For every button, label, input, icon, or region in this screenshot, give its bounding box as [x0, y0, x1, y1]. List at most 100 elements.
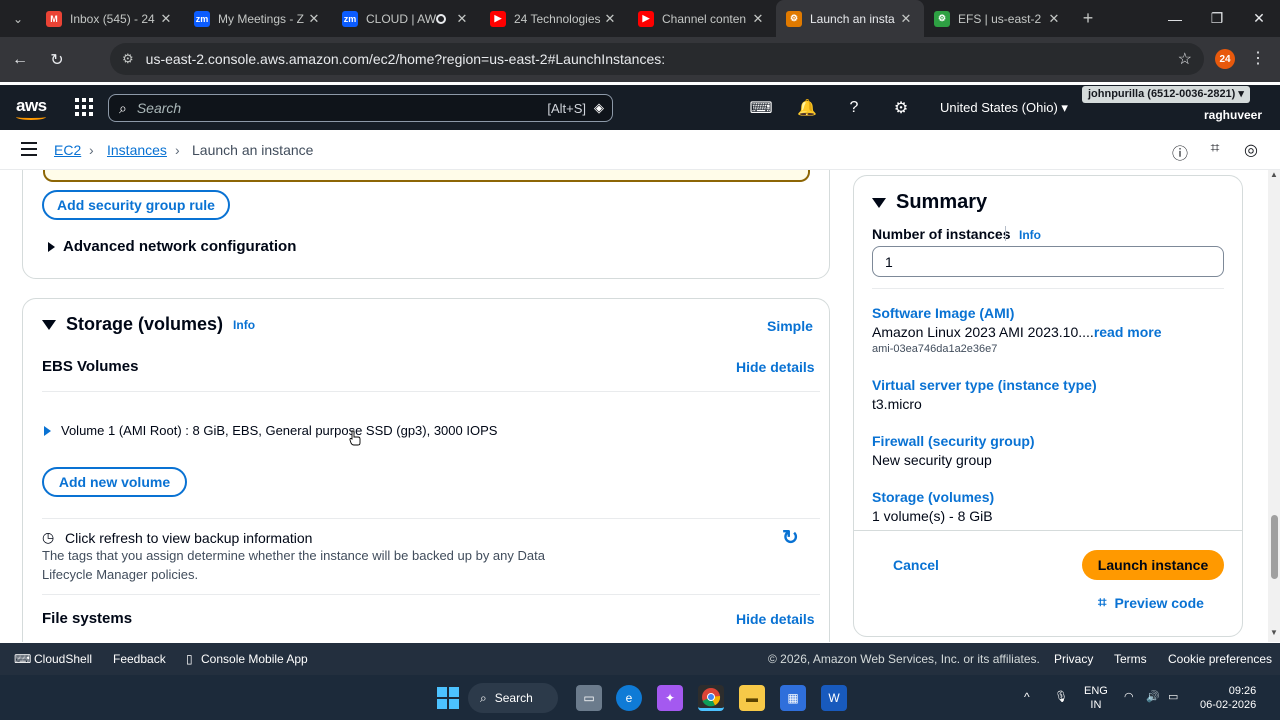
- ami-link[interactable]: Software Image (AMI): [872, 305, 1014, 321]
- restore-icon[interactable]: ❐: [1196, 0, 1238, 37]
- search-shortcut-hint: [Alt+S]: [547, 100, 586, 116]
- side-nav-menu-icon[interactable]: [21, 142, 37, 156]
- account-menu[interactable]: johnpurilla (6512-0036-2821) ▾: [1082, 86, 1250, 103]
- copilot-icon[interactable]: ✦: [657, 685, 683, 711]
- task-view-icon[interactable]: ▭: [576, 685, 602, 711]
- add-new-volume-button[interactable]: Add new volume: [42, 467, 187, 497]
- close-tab-icon[interactable]: ✕: [306, 11, 322, 27]
- caret-down-icon: [872, 197, 886, 208]
- new-tab-button[interactable]: +: [1072, 8, 1104, 29]
- cloudshell-link[interactable]: CloudShell: [34, 652, 92, 666]
- close-window-icon[interactable]: ✕: [1238, 0, 1280, 37]
- read-more-link[interactable]: read more: [1094, 324, 1162, 340]
- edge-icon[interactable]: e: [616, 685, 642, 711]
- tab-title: EFS | us-east-2: [958, 11, 1042, 26]
- instance-type-link[interactable]: Virtual server type (instance type): [872, 377, 1097, 393]
- close-tab-icon[interactable]: ✕: [750, 11, 766, 27]
- address-bar[interactable]: ⚙ us-east-2.console.aws.amazon.com/ec2/h…: [110, 43, 1204, 75]
- terms-link[interactable]: Terms: [1114, 652, 1147, 666]
- ami-value: Amazon Linux 2023 AMI 2023.10....read mo…: [872, 324, 1162, 340]
- browser-tab[interactable]: zm My Meetings - Z ✕: [184, 0, 332, 37]
- feedback-link[interactable]: Feedback: [113, 652, 166, 666]
- minimize-icon[interactable]: —: [1154, 0, 1196, 37]
- show-hidden-icons-icon[interactable]: ^: [1024, 690, 1030, 704]
- file-explorer-icon[interactable]: ▬: [739, 685, 765, 711]
- close-tab-icon[interactable]: ✕: [898, 11, 914, 27]
- preview-code-button[interactable]: ⌗ Preview code: [1098, 594, 1204, 611]
- volume-icon[interactable]: 🔊: [1146, 690, 1160, 704]
- aws-logo[interactable]: aws: [16, 96, 47, 120]
- main-content: Add security group rule Advanced network…: [0, 170, 1268, 642]
- scroll-up-icon[interactable]: ▲: [1270, 170, 1278, 179]
- refresh-icon[interactable]: ↻: [782, 525, 799, 550]
- ebs-hide-details-link[interactable]: Hide details: [736, 359, 815, 375]
- close-tab-icon[interactable]: ✕: [454, 11, 470, 27]
- close-tab-icon[interactable]: ✕: [1046, 11, 1062, 27]
- battery-icon[interactable]: ▭: [1168, 690, 1178, 704]
- summary-expander[interactable]: Summary: [872, 191, 987, 214]
- security-panel-icon[interactable]: ◎: [1241, 140, 1261, 160]
- reload-icon[interactable]: ↻: [40, 43, 74, 77]
- console-mobile-app-link[interactable]: Console Mobile App: [201, 652, 308, 666]
- scrollbar-thumb[interactable]: [1271, 515, 1278, 579]
- help-icon[interactable]: ?: [843, 97, 865, 119]
- advanced-network-expander[interactable]: Advanced network configuration: [48, 238, 296, 255]
- storage-summary-link[interactable]: Storage (volumes): [872, 489, 994, 505]
- add-security-group-rule-button[interactable]: Add security group rule: [42, 190, 230, 220]
- page-scrollbar[interactable]: ▲ ▼: [1268, 170, 1280, 642]
- cloudshell-footer-icon: ⌨: [14, 652, 32, 666]
- storage-summary-value: 1 volume(s) - 8 GiB: [872, 508, 993, 524]
- feedback-panel-icon[interactable]: ⌗: [1205, 140, 1225, 158]
- firewall-value: New security group: [872, 452, 992, 468]
- word-icon[interactable]: W: [821, 685, 847, 711]
- aws-search-input[interactable]: ⌕ Search [Alt+S] ◈: [108, 94, 613, 122]
- microphone-icon[interactable]: 🎙: [1054, 690, 1068, 704]
- profile-avatar[interactable]: 24: [1215, 49, 1235, 69]
- windows-start-icon[interactable]: [435, 685, 461, 711]
- wifi-icon[interactable]: ◠: [1124, 690, 1134, 704]
- browser-tab[interactable]: zm CLOUD | AW ✕: [332, 0, 480, 37]
- notifications-bell-icon[interactable]: 🔔: [796, 97, 818, 119]
- breadcrumb-ec2[interactable]: EC2: [54, 142, 81, 158]
- tab-search-icon[interactable]: ⌄: [0, 0, 36, 37]
- storage-info-link[interactable]: Info: [233, 318, 255, 332]
- user-name[interactable]: raghuveer: [1204, 108, 1262, 122]
- close-tab-icon[interactable]: ✕: [158, 11, 174, 27]
- cancel-button[interactable]: Cancel: [893, 557, 939, 573]
- clock[interactable]: 09:26 06-02-2026: [1200, 684, 1256, 712]
- browser-tab[interactable]: ▶ Channel conten ✕: [628, 0, 776, 37]
- store-icon[interactable]: ▦: [780, 685, 806, 711]
- browser-tab[interactable]: ▶ 24 Technologies ✕: [480, 0, 628, 37]
- browser-menu-icon[interactable]: ⋮: [1250, 48, 1266, 68]
- scroll-down-icon[interactable]: ▼: [1270, 628, 1278, 637]
- cloudshell-icon[interactable]: ⌨: [749, 97, 772, 119]
- num-instances-info-link[interactable]: Info: [1019, 228, 1041, 242]
- browser-tab[interactable]: M Inbox (545) - 24 ✕: [36, 0, 184, 37]
- breadcrumb-instances[interactable]: Instances: [107, 142, 167, 158]
- back-icon[interactable]: ←: [3, 43, 37, 77]
- close-tab-icon[interactable]: ✕: [602, 11, 618, 27]
- region-selector[interactable]: United States (Ohio) ▾: [940, 100, 1068, 116]
- language-indicator[interactable]: ENG IN: [1084, 684, 1108, 712]
- settings-gear-icon[interactable]: ⚙: [890, 97, 912, 119]
- simple-view-link[interactable]: Simple: [767, 318, 813, 334]
- volume-1-expander[interactable]: Volume 1 (AMI Root) : 8 GiB, EBS, Genera…: [44, 423, 497, 438]
- chrome-icon[interactable]: [698, 685, 724, 711]
- site-info-icon[interactable]: ⚙: [122, 51, 134, 67]
- cookie-preferences-link[interactable]: Cookie preferences: [1168, 652, 1272, 666]
- browser-tab[interactable]: ⚙ EFS | us-east-2 ✕: [924, 0, 1072, 37]
- info-panel-icon[interactable]: ⓘ: [1170, 140, 1190, 164]
- storage-expander[interactable]: Storage (volumes) Info: [42, 314, 255, 335]
- file-systems-hide-details-link[interactable]: Hide details: [736, 611, 815, 627]
- taskbar-search[interactable]: ⌕ Search: [468, 683, 558, 713]
- browser-tab[interactable]: ⚙ Launch an insta ✕: [776, 0, 924, 37]
- privacy-link[interactable]: Privacy: [1054, 652, 1093, 666]
- firewall-link[interactable]: Firewall (security group): [872, 433, 1035, 449]
- services-grid-icon[interactable]: [75, 98, 93, 116]
- num-instances-input[interactable]: 1: [872, 246, 1224, 277]
- window-controls: — ❐ ✕: [1154, 0, 1280, 37]
- launch-instance-button[interactable]: Launch instance: [1082, 550, 1224, 580]
- bookmark-star-icon[interactable]: ☆: [1178, 49, 1192, 69]
- copyright: © 2026, Amazon Web Services, Inc. or its…: [768, 652, 1040, 666]
- recording-icon: [436, 13, 446, 24]
